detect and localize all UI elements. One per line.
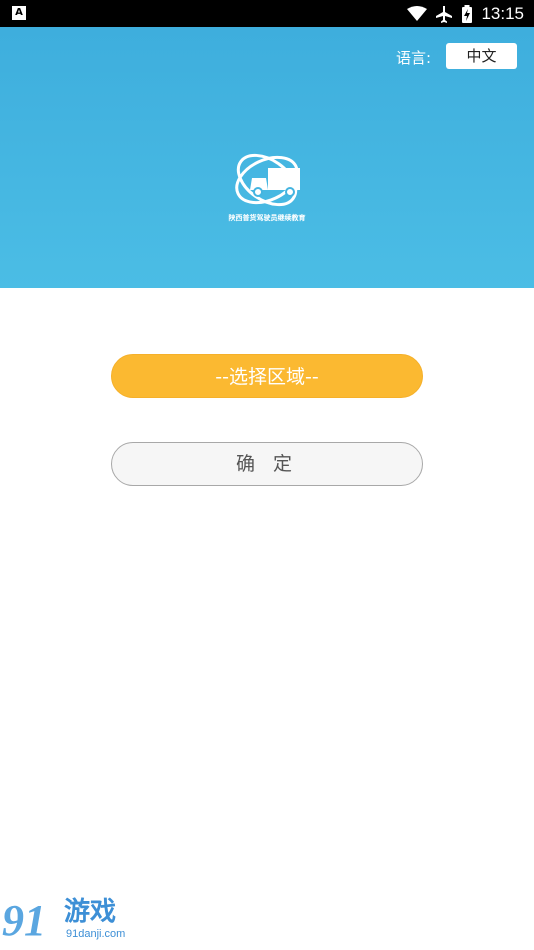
confirm-button[interactable]: 确 定 (111, 442, 423, 486)
watermark-number: 91 (2, 896, 46, 945)
language-select[interactable]: 中文 (446, 43, 517, 69)
watermark-logo: 91 游戏 91danji.com (2, 895, 142, 947)
logo-caption: 陕西普货驾驶员继续教育 (228, 214, 306, 222)
watermark-brand: 游戏 (64, 897, 117, 927)
truck-logo-icon (235, 153, 300, 207)
airplane-icon (436, 5, 453, 23)
clock: 13:15 (481, 3, 524, 23)
wifi-icon (407, 5, 428, 21)
language-label: 语言: (396, 49, 432, 67)
status-bar: A 13:15 (0, 0, 534, 27)
status-icons: 13:15 (407, 2, 524, 25)
battery-icon (462, 4, 473, 23)
select-region-button[interactable]: --选择区域-- (111, 354, 423, 398)
watermark-url: 91danji.com (66, 928, 126, 940)
a-notification-icon: A (12, 6, 26, 20)
